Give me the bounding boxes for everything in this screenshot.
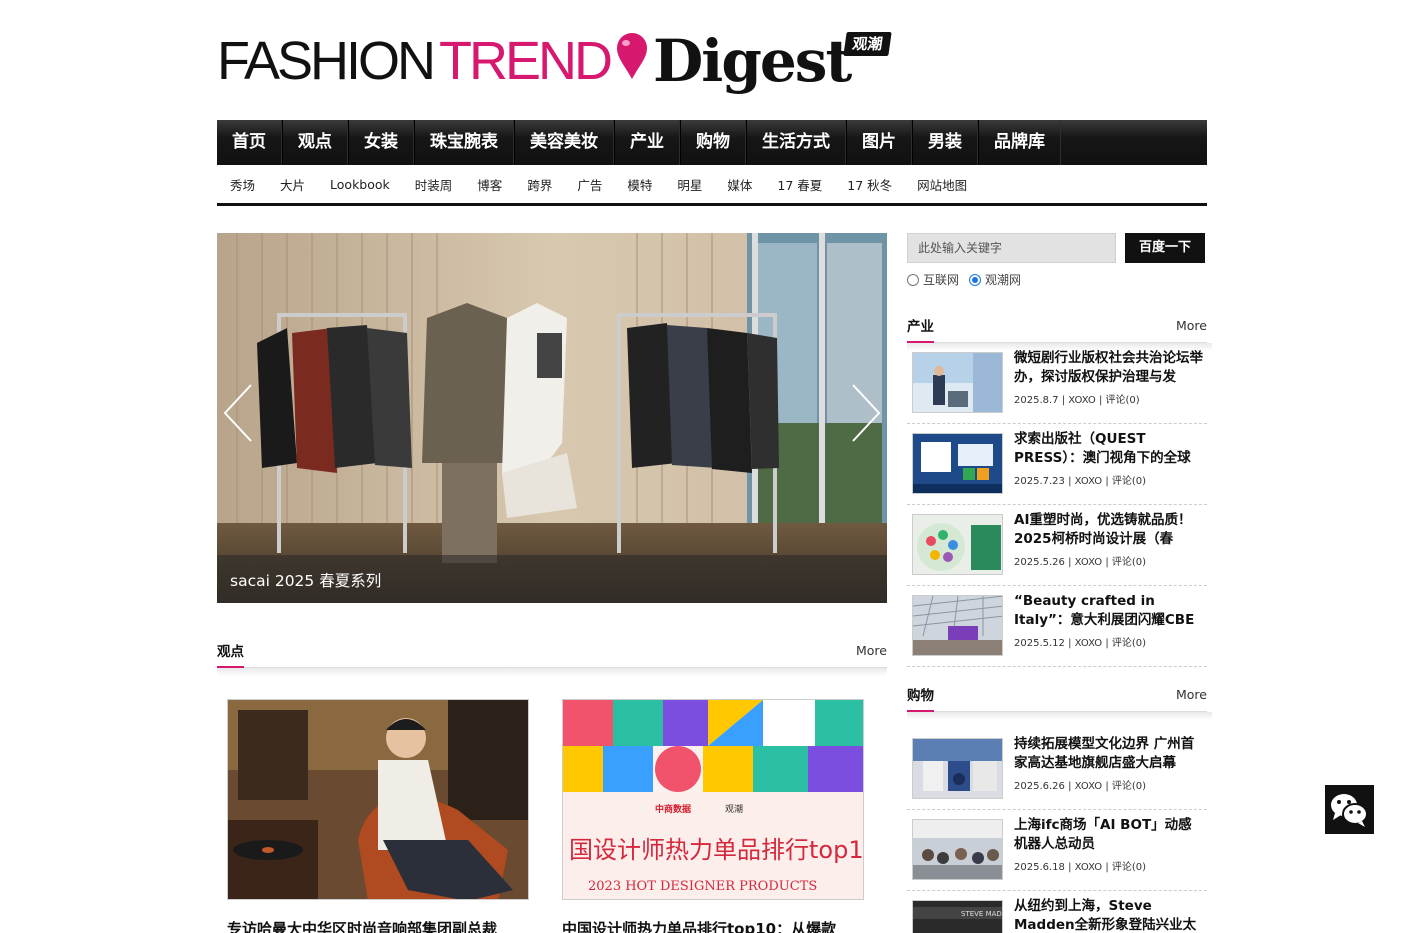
map-pin-icon [617, 33, 647, 79]
shopping-list-item[interactable]: 上海ifc商场「AI BOT」动感机器人总动员 2025.6.18 | XOXO… [907, 810, 1207, 891]
industry-list-item[interactable]: AI重塑时尚，优选铸就品质！2025柯桥时尚设计展（春 2025.5.26 | … [907, 505, 1207, 586]
subnav-item-sitemap[interactable]: 网站地图 [917, 175, 967, 194]
subnav-item-ads[interactable]: 广告 [577, 175, 602, 194]
banner-subline: 2023 HOT DESIGNER PRODUCTS [588, 879, 817, 894]
news-title[interactable]: 持续拓展模型文化边界 广州首家高达基地旗舰店盛大启幕 [1014, 735, 1204, 773]
subnav-item-runway[interactable]: 秀场 [230, 175, 255, 194]
radio-internet[interactable] [907, 273, 919, 286]
banner-headline: 国设计师热力单品排行top1 [569, 836, 864, 864]
news-meta: 2025.8.7 | XOXO | 评论(0) [1014, 395, 1140, 406]
industry-list-item[interactable]: 求索出版社（QUEST PRESS）：澳门视角下的全球 2025.7.23 | … [907, 424, 1207, 505]
chevron-right-icon[interactable] [849, 383, 883, 443]
industry-list-item[interactable]: 微短剧行业版权社会共治论坛举办，探讨版权保护治理与发 2025.8.7 | XO… [907, 343, 1207, 424]
subnav-item-fw17[interactable]: 17 秋冬 [847, 175, 892, 194]
wechat-icon [1331, 794, 1368, 827]
opinion-section-title[interactable]: 观点 [217, 640, 244, 669]
radio-site-label[interactable]: 观潮网 [985, 271, 1021, 288]
news-meta: 2025.6.26 | XOXO | 评论(0) [1014, 781, 1147, 792]
search-scope: 互联网 观潮网 [907, 271, 1031, 288]
subnav-item-media[interactable]: 媒体 [727, 175, 752, 194]
opinion-card-image[interactable] [227, 699, 529, 900]
news-title[interactable]: “Beauty crafted in Italy”：意大利展团闪耀CBE [1014, 592, 1204, 630]
opinion-section-header: 观点 More [217, 634, 887, 669]
search-input[interactable]: 此处输入关键字 [907, 233, 1116, 263]
nav-item-menswear[interactable]: 男装 [912, 120, 978, 165]
news-thumbnail[interactable]: STEVE MADDEN [912, 900, 1003, 933]
subnav-item-crossover[interactable]: 跨界 [527, 175, 552, 194]
designer-ranking-banner: 中商数据 观潮 国设计师热力单品排行top1 2023 HOT DESIGNER… [563, 700, 864, 899]
search-button[interactable]: 百度一下 [1125, 233, 1205, 263]
news-meta: 2025.5.26 | XOXO | 评论(0) [1014, 557, 1147, 568]
news-thumbnail[interactable] [912, 514, 1003, 575]
site-logo[interactable]: FASHION TREND Digest 观潮 [217, 27, 917, 100]
news-meta: 2025.6.18 | XOXO | 评论(0) [1014, 862, 1147, 873]
opinion-header-shadow [217, 668, 887, 676]
shopping-list-item[interactable]: STEVE MADDEN 从纽约到上海，Steve Madden全新形象登陆兴业… [907, 891, 1207, 933]
news-thumbnail[interactable] [912, 738, 1003, 799]
subnav-item-fashion-week[interactable]: 时装周 [415, 175, 453, 194]
shopping-list-item[interactable]: 持续拓展模型文化边界 广州首家高达基地旗舰店盛大启幕 2025.6.26 | X… [907, 729, 1207, 810]
opinion-card-title[interactable]: 专访哈曼大中华区时尚音响部集团副总裁 [227, 918, 529, 933]
nav-item-beauty[interactable]: 美容美妆 [514, 120, 614, 165]
subnav-item-ss17[interactable]: 17 春夏 [777, 175, 822, 194]
nav-item-jewelry-watches[interactable]: 珠宝腕表 [414, 120, 514, 165]
industry-list-item[interactable]: “Beauty crafted in Italy”：意大利展团闪耀CBE 202… [907, 586, 1207, 667]
news-thumbnail[interactable] [912, 595, 1003, 656]
opinion-more-link[interactable]: More [856, 643, 887, 658]
hero-slide-image [217, 233, 887, 603]
subnav-item-models[interactable]: 模特 [627, 175, 652, 194]
subnav-item-editorials[interactable]: 大片 [280, 175, 305, 194]
nav-item-home[interactable]: 首页 [217, 120, 282, 165]
shopping-more-link[interactable]: More [1176, 687, 1207, 702]
nav-item-womenswear[interactable]: 女装 [348, 120, 414, 165]
subnav-item-stars[interactable]: 明星 [677, 175, 702, 194]
news-thumbnail[interactable] [912, 433, 1003, 494]
news-title[interactable]: 上海ifc商场「AI BOT」动感机器人总动员 [1014, 816, 1204, 854]
shopping-section-header: 购物 More [907, 678, 1207, 713]
banner-brand-text: 中商数据 [655, 803, 691, 815]
nav-item-industry[interactable]: 产业 [614, 120, 680, 165]
sub-nav: 秀场 大片 Lookbook 时装周 博客 跨界 广告 模特 明星 媒体 17 … [217, 166, 1207, 206]
news-title[interactable]: 求索出版社（QUEST PRESS）：澳门视角下的全球 [1014, 430, 1204, 468]
nav-item-brands[interactable]: 品牌库 [978, 120, 1061, 165]
subnav-item-lookbook[interactable]: Lookbook [330, 177, 390, 192]
news-meta: 2025.5.12 | XOXO | 评论(0) [1014, 638, 1147, 649]
opinion-card[interactable]: 中商数据 观潮 国设计师热力单品排行top1 2023 HOT DESIGNER… [562, 699, 864, 933]
news-title[interactable]: 微短剧行业版权社会共治论坛举办，探讨版权保护治理与发 [1014, 349, 1204, 387]
slider-caption[interactable]: sacai 2025 春夏系列 [230, 569, 381, 591]
news-meta: 2025.7.23 | XOXO | 评论(0) [1014, 476, 1147, 487]
industry-more-link[interactable]: More [1176, 318, 1207, 333]
logo-word-fashion: FASHION [217, 31, 436, 91]
logo-badge: 观潮 [843, 32, 892, 56]
shopping-header-shadow [907, 712, 1212, 720]
news-thumbnail[interactable] [912, 352, 1003, 413]
nav-item-shopping[interactable]: 购物 [680, 120, 746, 165]
radio-site[interactable] [969, 273, 982, 286]
news-title[interactable]: 从纽约到上海，Steve Madden全新形象登陆兴业太 [1014, 897, 1204, 933]
hero-slider[interactable]: sacai 2025 春夏系列 [217, 233, 887, 603]
thumb-store-sign: STEVE MADDEN [961, 910, 1003, 918]
opinion-card-image[interactable]: 中商数据 观潮 国设计师热力单品排行top1 2023 HOT DESIGNER… [562, 699, 864, 900]
nav-item-pictures[interactable]: 图片 [846, 120, 912, 165]
subnav-item-blog[interactable]: 博客 [477, 175, 502, 194]
opinion-card[interactable]: 专访哈曼大中华区时尚音响部集团副总裁 [227, 699, 529, 933]
nav-item-lifestyle[interactable]: 生活方式 [746, 120, 846, 165]
wechat-float-button[interactable] [1325, 785, 1374, 834]
logo-word-trend: TREND [439, 31, 613, 91]
radio-internet-label[interactable]: 互联网 [923, 271, 959, 288]
industry-section-title[interactable]: 产业 [907, 315, 934, 344]
main-nav: 首页 观点 女装 珠宝腕表 美容美妆 产业 购物 生活方式 图片 男装 品牌库 [217, 120, 1207, 165]
nav-item-opinion[interactable]: 观点 [282, 120, 348, 165]
shopping-section-title[interactable]: 购物 [907, 684, 934, 713]
news-title[interactable]: AI重塑时尚，优选铸就品质！2025柯桥时尚设计展（春 [1014, 511, 1204, 549]
chevron-left-icon[interactable] [221, 383, 255, 443]
opinion-card-title[interactable]: 中国设计师热力单品排行top10：从爆款 [562, 918, 864, 933]
portrait-photo [228, 700, 528, 899]
industry-section-header: 产业 More [907, 309, 1207, 344]
news-thumbnail[interactable] [912, 819, 1003, 880]
banner-badge-text: 观潮 [725, 803, 743, 815]
logo-word-digest: Digest [653, 27, 852, 95]
